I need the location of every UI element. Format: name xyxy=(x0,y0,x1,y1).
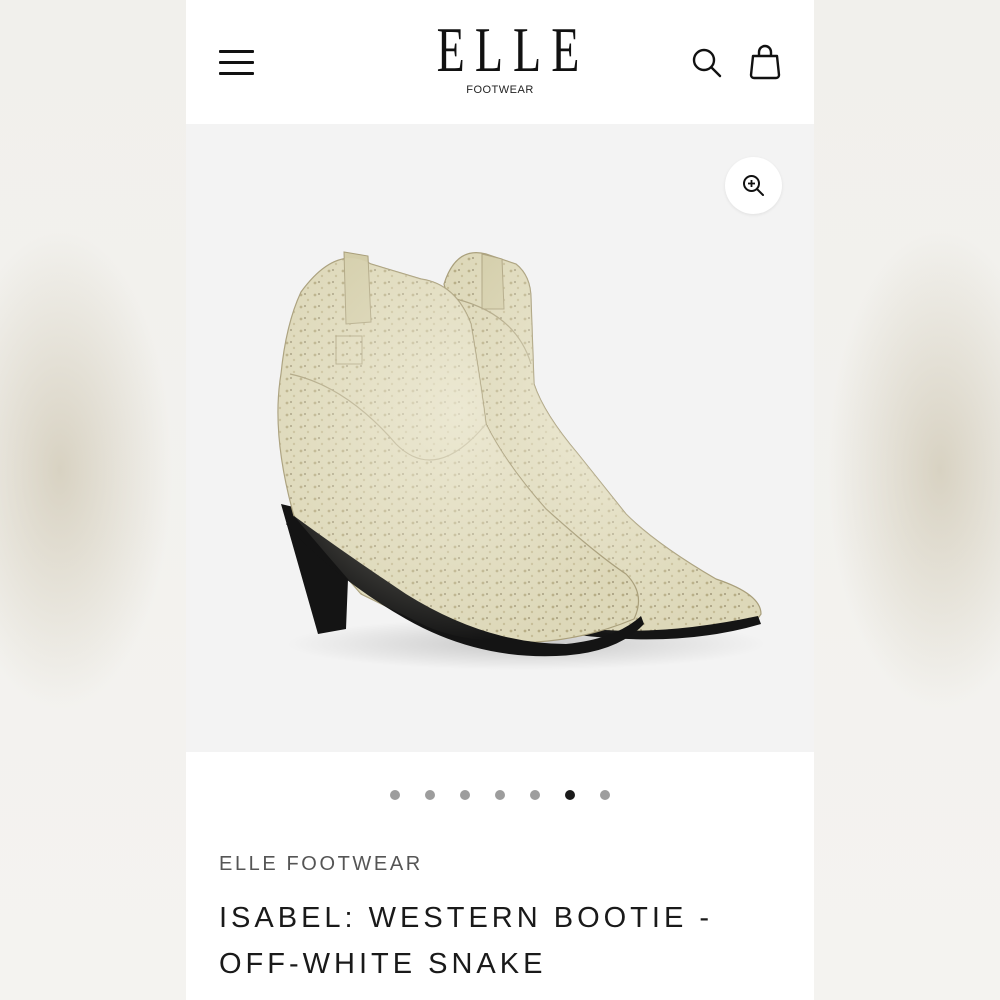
slide-dot[interactable] xyxy=(495,790,505,800)
slide-pagination xyxy=(186,788,814,802)
search-icon[interactable] xyxy=(691,47,723,79)
slide-dot[interactable] xyxy=(460,790,470,800)
product-vendor[interactable]: ELLE FOOTWEAR xyxy=(219,853,423,876)
zoom-button[interactable] xyxy=(725,157,782,214)
slide-dot[interactable] xyxy=(425,790,435,800)
site-header: ELLE FOOTWEAR xyxy=(186,0,814,124)
slide-dot[interactable] xyxy=(530,790,540,800)
phone-screen: ELLE FOOTWEAR ELLE FOOTWEAR ISABEL: WEST… xyxy=(186,0,814,1000)
slide-dot[interactable] xyxy=(390,790,400,800)
logo-subtext: FOOTWEAR xyxy=(466,84,534,96)
product-title: ISABEL: WESTERN BOOTIE - OFF-WHITE SNAKE xyxy=(219,902,714,980)
product-gallery[interactable] xyxy=(186,124,814,752)
brand-logo[interactable]: ELLE FOOTWEAR xyxy=(400,14,600,97)
shopping-bag-icon[interactable] xyxy=(748,44,782,80)
product-image xyxy=(277,251,766,670)
slide-dot[interactable] xyxy=(600,790,610,800)
zoom-in-icon xyxy=(743,175,764,196)
logo-wordmark: ELLE xyxy=(436,14,590,85)
hamburger-menu-icon[interactable] xyxy=(219,50,255,76)
slide-dot-active[interactable] xyxy=(565,790,575,800)
